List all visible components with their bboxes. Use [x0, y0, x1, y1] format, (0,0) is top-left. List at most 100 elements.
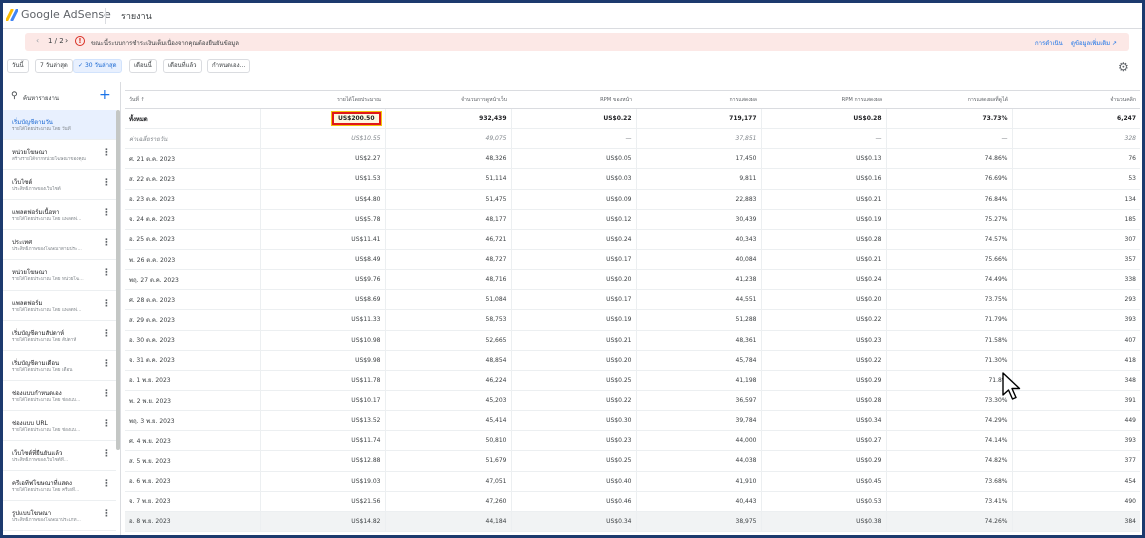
chip-today[interactable]: วันนี้ — [7, 59, 29, 73]
table-cell: 50,810 — [384, 430, 511, 452]
more-vert-icon[interactable]: ⋮ — [102, 238, 111, 248]
table-cell: 37,851 — [635, 128, 761, 150]
report-item[interactable]: เว็บไซต์ ประสิทธิภาพของเว็บไซต์ ⋮ — [3, 170, 116, 201]
alert-action-link[interactable]: การดำเนิน — [1035, 38, 1063, 48]
column-header[interactable]: วันที่ ↑ — [125, 90, 260, 109]
table-cell: 44,551 — [635, 289, 761, 311]
report-item[interactable]: หน่วยโฆษณา สร้างรายได้จากหน่วยโฆษณาของคุณ… — [3, 140, 116, 171]
report-item[interactable]: หน่วยโฆษณา รายได้โดยประมาณ โดย หน่วยโฆ...… — [3, 260, 116, 291]
alert-learn-more-link[interactable]: ดูข้อมูลเพิ่มเติม ↗ — [1071, 38, 1117, 48]
alert-next-button[interactable]: › — [65, 36, 68, 45]
table-cell: US$0.29 — [760, 450, 886, 472]
table-cell: 75.66% — [885, 249, 1012, 271]
chip-last-month[interactable]: เดือนที่แล้ว — [163, 59, 202, 73]
report-item[interactable]: ช่องแบบกำหนดเอง รายได้โดยประมาณ โดย ช่องแ… — [3, 381, 116, 411]
more-vert-icon[interactable]: ⋮ — [102, 268, 111, 278]
table-cell: US$0.21 — [760, 189, 886, 210]
table-cell: ส. 29 ต.ค. 2023 — [125, 309, 260, 331]
table-row: ศ. 28 ต.ค. 2023 US$8.69 51,084 US$0.17 44,55… — [125, 289, 1140, 311]
chip-this-month[interactable]: เดือนนี้ — [129, 59, 157, 73]
table-cell: 293 — [1011, 289, 1140, 311]
column-header[interactable]: การแสดงผล — [636, 90, 761, 109]
column-header[interactable]: จำนวนคลิก — [1012, 90, 1140, 109]
table-cell: 48,177 — [384, 209, 511, 230]
alert-prev-button[interactable]: ‹ — [36, 36, 39, 45]
more-vert-icon[interactable]: ⋮ — [102, 178, 111, 188]
more-vert-icon[interactable]: ⋮ — [102, 329, 111, 339]
table-cell: ส. 22 ต.ค. 2023 — [125, 168, 260, 190]
report-search[interactable]: ⚲ ค้นหารายงาน + — [3, 82, 116, 110]
alert-counter: 1 / 2 — [48, 37, 64, 45]
table-cell: US$0.28 — [760, 390, 886, 412]
table-cell: US$0.20 — [510, 269, 636, 291]
table-header-row: วันที่ ↑ รายได้โดยประมาณ จำนวนการดูหน้าเว็… — [125, 90, 1140, 109]
column-header[interactable]: รายได้โดยประมาณ — [260, 90, 385, 109]
more-vert-icon[interactable]: ⋮ — [102, 449, 111, 459]
chip-custom[interactable]: กำหนดเอง... — [207, 59, 251, 73]
report-table: วันที่ ↑ รายได้โดยประมาณ จำนวนการดูหน้าเว็… — [125, 90, 1140, 532]
report-item[interactable]: เริ่มบัญชีตามเดือน รายได้โดยประมาณ โดย เด… — [3, 351, 116, 381]
chip-last-30-days[interactable]: ✓ 30 วันล่าสุด — [73, 59, 122, 73]
report-item[interactable]: รูปแบบโฆษณา ประสิทธิภาพของโฆษณาประเภท... ⋮ — [3, 501, 116, 532]
more-vert-icon[interactable]: ⋮ — [102, 208, 111, 218]
more-vert-icon[interactable]: ⋮ — [102, 419, 111, 429]
column-header[interactable]: จำนวนการดูหน้าเว็บ — [385, 90, 511, 109]
header-divider — [105, 8, 106, 24]
column-header[interactable]: RPM ของหน้า — [511, 90, 636, 109]
report-search-label: ค้นหารายงาน — [23, 95, 59, 102]
table-cell: 391 — [1011, 390, 1140, 412]
column-header[interactable]: การแสดงผลที่ดูได้ — [886, 90, 1012, 109]
report-item[interactable]: เว็บไซต์ที่ยืนยันแล้ว ประสิทธิภาพของเว็บไ… — [3, 441, 116, 472]
sidebar-scrollbar[interactable] — [116, 110, 120, 450]
table-row: อ. 23 ต.ค. 2023 US$4.80 51,475 US$0.09 22,88… — [125, 189, 1140, 210]
more-vert-icon[interactable]: ⋮ — [102, 359, 111, 369]
table-cell: US$0.29 — [760, 370, 886, 391]
more-vert-icon[interactable]: ⋮ — [102, 389, 111, 399]
report-item[interactable]: ช่องแบบ URL รายได้โดยประมาณ โดย ช่องแบ...… — [3, 411, 116, 442]
chip-last-7-days[interactable]: 7 วันล่าสุด — [35, 59, 73, 73]
highlighted-total-earnings: US$200.50 — [330, 111, 382, 127]
report-item[interactable]: เริ่มบัญชีตามวัน รายได้โดยประมาณ โดย วันท… — [3, 110, 116, 141]
more-vert-icon[interactable]: ⋮ — [102, 479, 111, 489]
more-vert-icon[interactable]: ⋮ — [102, 299, 111, 309]
table-cell: US$9.76 — [259, 269, 385, 291]
report-item[interactable]: ประเทศ ประสิทธิภาพของโฆษณาตามประ... ⋮ — [3, 230, 116, 261]
table-cell: US$0.21 — [510, 330, 636, 351]
more-vert-icon[interactable]: ⋮ — [102, 509, 111, 519]
table-cell: 75.27% — [885, 209, 1012, 230]
report-item-subtitle: รายได้โดยประมาณ โดย หน่วยโฆ... — [12, 277, 84, 283]
table-cell: อ. 8 พ.ย. 2023 — [125, 511, 260, 532]
table-cell: 73.68% — [885, 471, 1012, 492]
report-item[interactable]: เริ่มบัญชีตามสัปดาห์ รายได้โดยประมาณ โดย … — [3, 321, 116, 351]
page-title: รายงาน — [121, 12, 152, 22]
report-item-subtitle: สร้างรายได้จากหน่วยโฆษณาของคุณ — [12, 157, 86, 163]
table-cell: 51,114 — [384, 168, 511, 190]
error-icon: ! — [75, 36, 85, 46]
table-cell: 719,177 — [635, 108, 761, 130]
table-row: ส. 5 พ.ย. 2023 US$12.88 51,679 US$0.25 44,03… — [125, 450, 1140, 472]
report-item-subtitle: รายได้โดยประมาณ โดย วันที่ — [12, 127, 71, 132]
gear-icon[interactable]: ⚙ — [1118, 60, 1129, 74]
report-item[interactable]: ครีเอทีฟโฆษณาที่แสดง รายได้โดยประมาณ โดย … — [3, 471, 116, 502]
report-item[interactable]: แพลตฟอร์ม รายได้โดยประมาณ โดย แพลตฟ... ⋮ — [3, 291, 116, 321]
table-cell: 74.26% — [885, 511, 1012, 532]
table-cell: ศ. 28 ต.ค. 2023 — [125, 289, 260, 311]
table-row: จ. 24 ต.ค. 2023 US$5.78 48,177 US$0.12 30,43… — [125, 209, 1140, 230]
table-cell: ศ. 4 พ.ย. 2023 — [125, 430, 260, 452]
report-item-subtitle: รายได้โดยประมาณ โดย เดือน — [12, 367, 73, 373]
column-header[interactable]: RPM การแสดงผล — [761, 90, 886, 109]
table-cell: US$0.09 — [510, 189, 636, 210]
table-cell: 71.8% — [885, 370, 1012, 391]
table-row: พฤ. 3 พ.ย. 2023 US$13.52 45,414 US$0.30 39,7… — [125, 410, 1140, 432]
table-cell: US$0.17 — [510, 289, 636, 311]
plus-icon[interactable]: + — [99, 87, 111, 103]
more-vert-icon[interactable]: ⋮ — [102, 148, 111, 158]
table-cell: 51,679 — [384, 450, 511, 472]
brand-name[interactable]: Google AdSense — [21, 8, 111, 21]
table-cell: พ. 2 พ.ย. 2023 — [125, 390, 260, 412]
table-cell: จ. 31 ต.ค. 2023 — [125, 350, 260, 371]
report-item[interactable]: แพลตฟอร์มเนื้อหา รายได้โดยประมาณ โดย แพลต… — [3, 200, 116, 231]
table-cell: 185 — [1011, 209, 1140, 230]
table-cell: US$0.12 — [510, 209, 636, 230]
table-cell: US$11.74 — [259, 430, 385, 452]
